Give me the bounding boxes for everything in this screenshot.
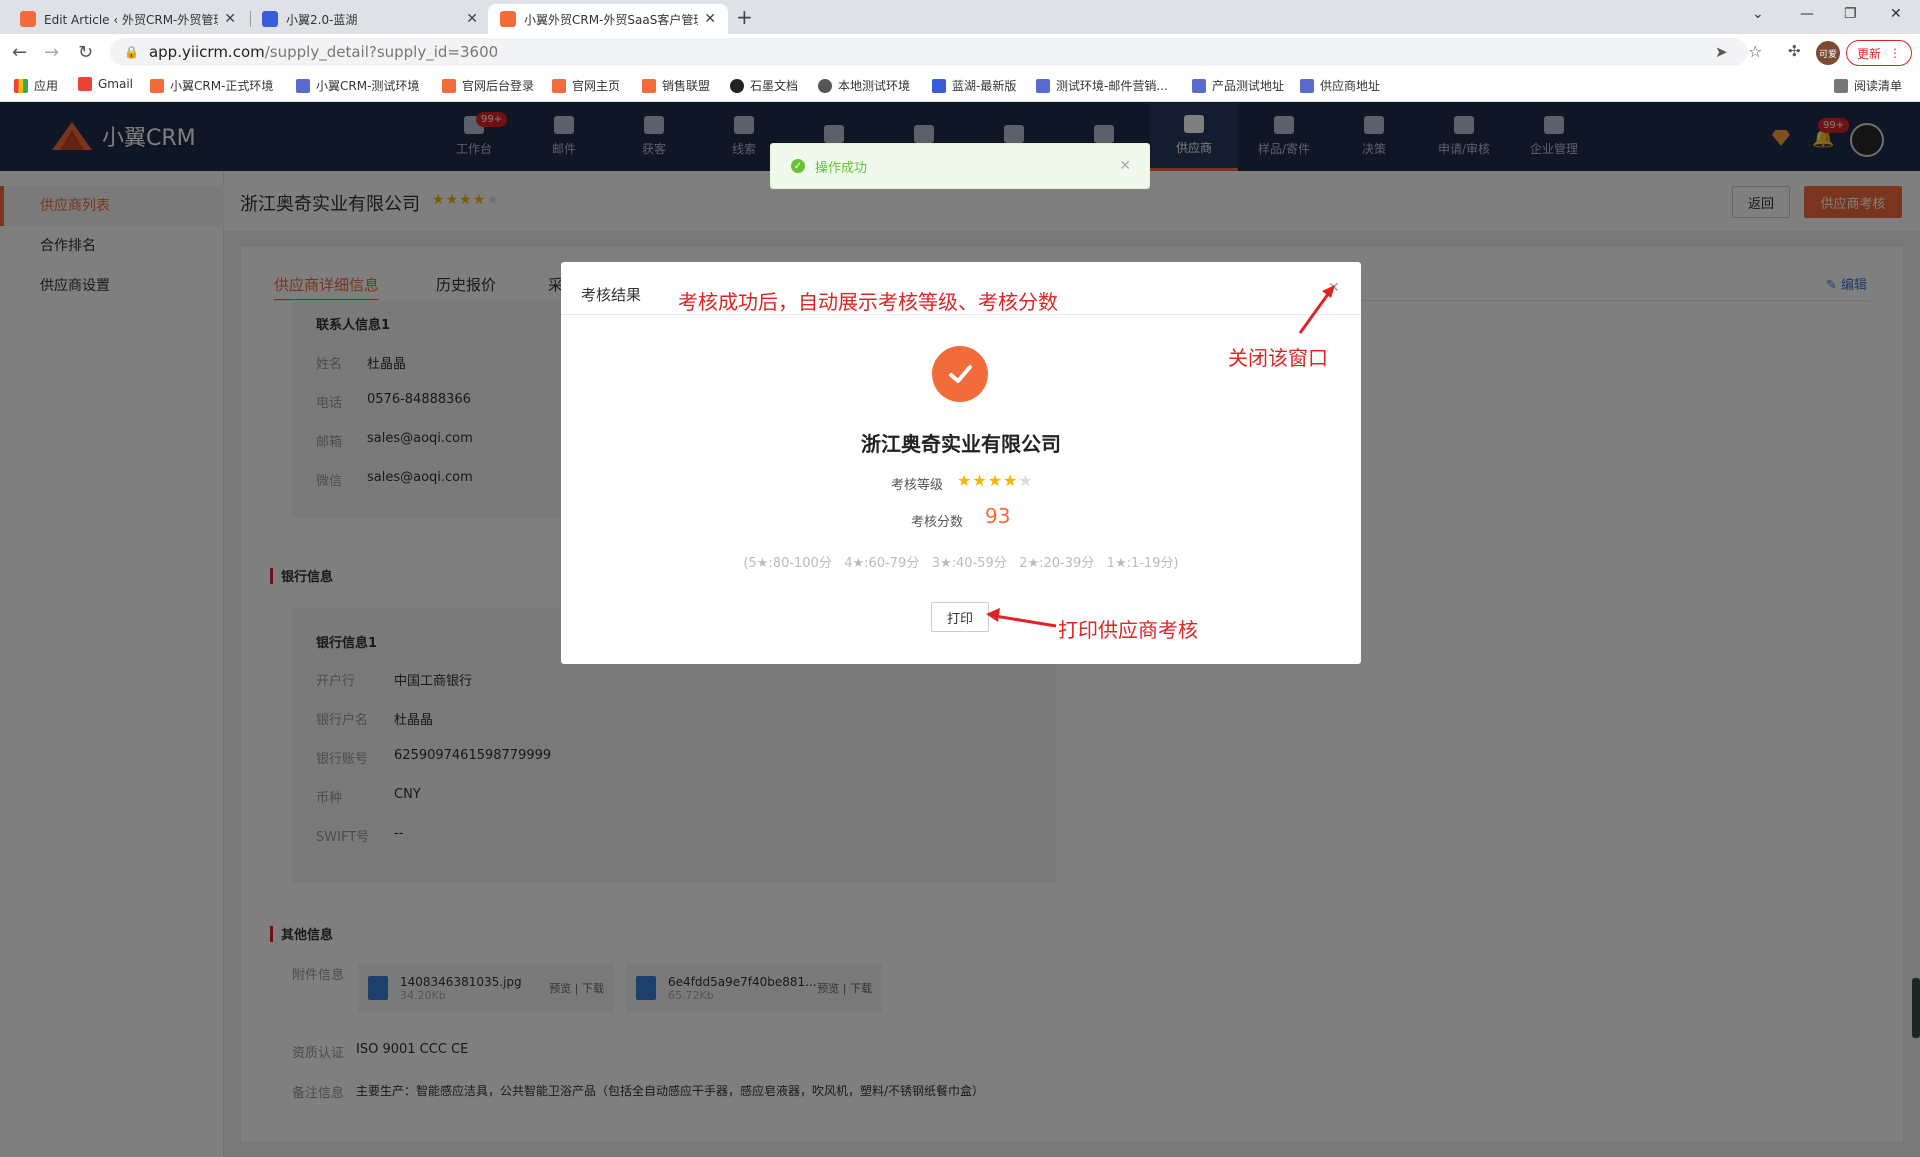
annotation-arrows	[986, 285, 1335, 628]
arrow-to-print	[994, 614, 1057, 628]
arrow-to-close	[1298, 289, 1333, 334]
arrow-head-close	[1322, 285, 1335, 298]
arrow-head-print	[986, 608, 1000, 622]
